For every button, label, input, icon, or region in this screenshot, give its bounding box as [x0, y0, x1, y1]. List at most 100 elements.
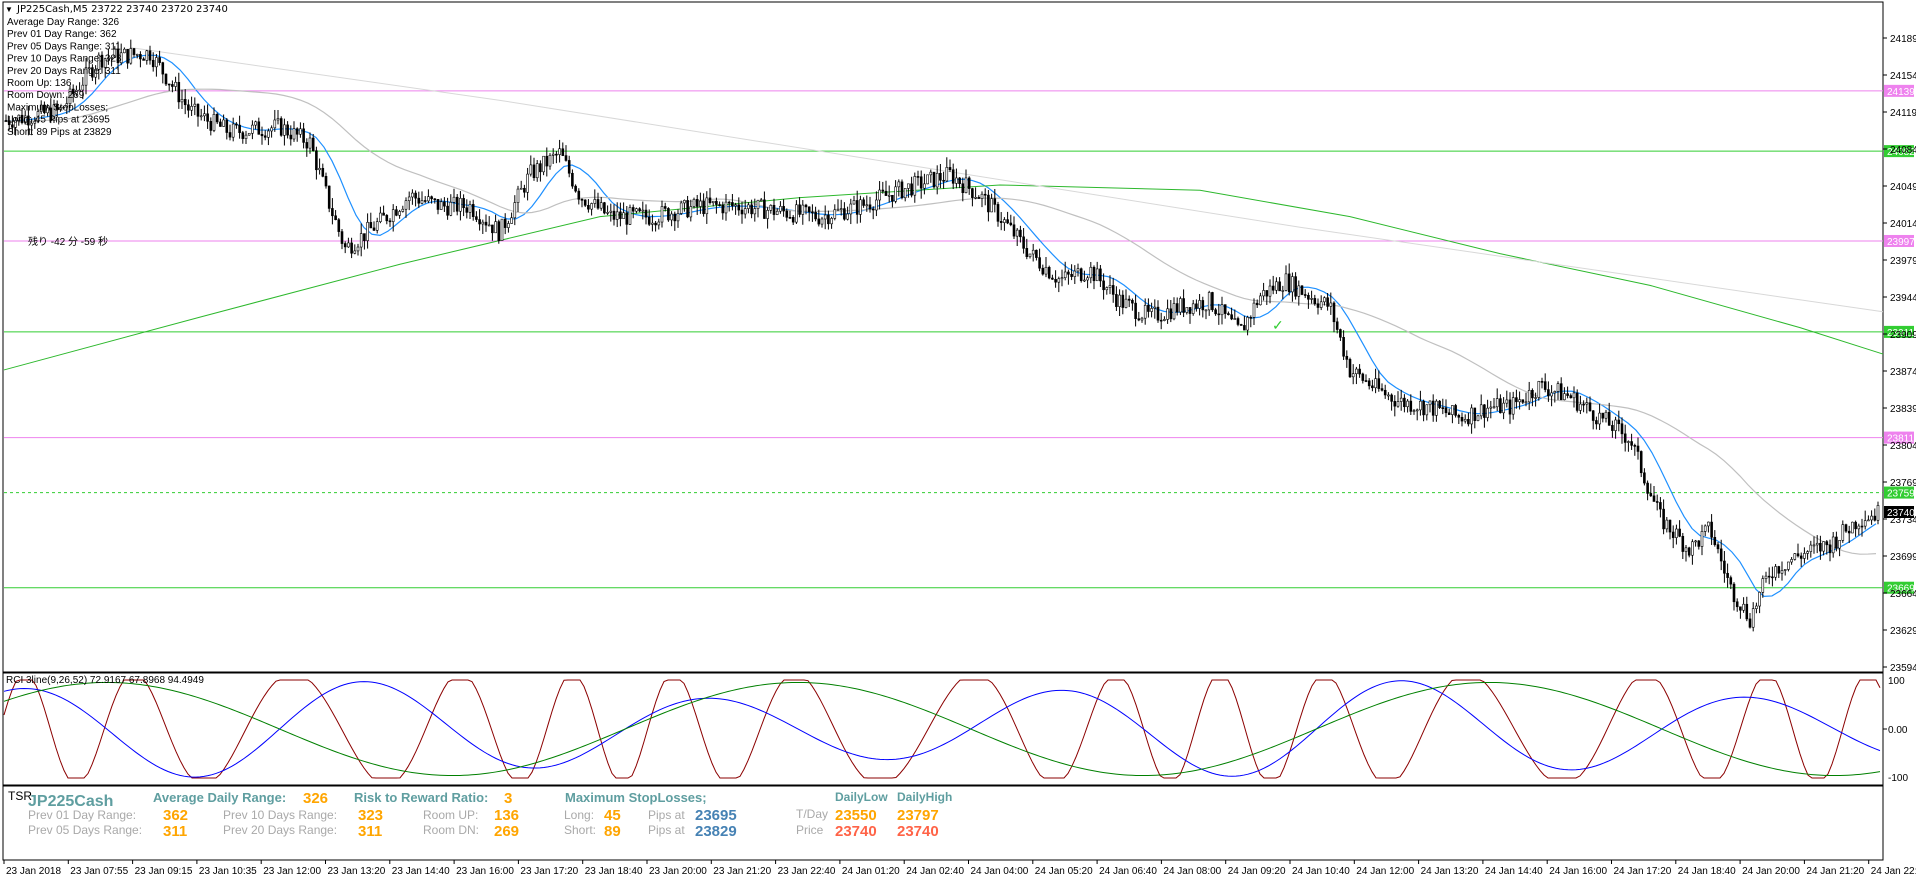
- time-label: 23 Jan 2018: [6, 866, 61, 877]
- time-label: 23 Jan 20:00: [649, 866, 707, 877]
- candle: [500, 218, 504, 241]
- info-line: Room Down: 269: [7, 90, 85, 101]
- level-label: 23997: [1887, 237, 1915, 248]
- roomdn-value: 269: [494, 823, 519, 840]
- candle: [679, 200, 683, 216]
- time-axis: 23 Jan 2018 23 Jan 07:55 23 Jan 09:15 23 Ja…: [3, 860, 1916, 877]
- time-label: 23 Jan 10:35: [199, 866, 257, 877]
- time-label: 23 Jan 22:40: [778, 866, 836, 877]
- price-tick-label: 23804: [1890, 441, 1916, 452]
- long-label: Long:: [564, 808, 594, 822]
- dropdown-icon[interactable]: ▼: [5, 5, 13, 14]
- chart-title: JP225Cash,M5 23722 23740 23720 23740: [16, 4, 228, 15]
- check-icon: ✓: [1272, 317, 1284, 333]
- daily-low-label: DailyLow: [835, 790, 888, 804]
- time-label: 24 Jan 12:00: [1356, 866, 1414, 877]
- candle: [1179, 296, 1182, 316]
- rci-scale-mid: 0.00: [1888, 725, 1908, 736]
- rr-label: Risk to Reward Ratio:: [354, 790, 488, 805]
- current-price-label: 23740: [1887, 508, 1915, 519]
- price-tick-label: 23699: [1890, 552, 1916, 563]
- time-label: 24 Jan 18:40: [1678, 866, 1736, 877]
- price-tick-label: 23874: [1890, 367, 1916, 378]
- short-pips-label: Pips at: [648, 823, 685, 837]
- time-label: 24 Jan 02:40: [906, 866, 964, 877]
- time-label: 24 Jan 13:20: [1421, 866, 1479, 877]
- short-value: 89: [604, 823, 621, 840]
- price-label: Price: [796, 823, 824, 837]
- candle: [1639, 450, 1643, 478]
- price-tick-label: 23909: [1890, 330, 1916, 341]
- candle: [926, 174, 929, 185]
- tday-low: 23550: [835, 807, 877, 824]
- info-line: Room Up: 136: [7, 78, 72, 89]
- candle: [1476, 414, 1480, 422]
- long-pips-value: 23695: [695, 807, 737, 824]
- candle: [667, 207, 670, 222]
- time-label: 24 Jan 21:20: [1806, 866, 1864, 877]
- rci-pane[interactable]: [2, 672, 1884, 786]
- candle: [900, 179, 904, 200]
- info-line: Prev 05 Days Range: 311: [7, 41, 121, 52]
- prev10-value: 323: [358, 807, 383, 824]
- candle: [1537, 380, 1541, 401]
- time-label: 23 Jan 14:40: [392, 866, 450, 877]
- info-line: Average Day Range: 326: [7, 17, 120, 28]
- prev10-label: Prev 10 Days Range:: [223, 808, 337, 822]
- roomdn-label: Room DN:: [423, 823, 479, 837]
- prev05-value: 311: [163, 823, 187, 840]
- prev01-value: 362: [163, 807, 188, 824]
- current-price-tag: 23740: [1884, 506, 1915, 519]
- price-tick-label: 24049: [1890, 182, 1916, 193]
- price-tick-label: 24189: [1890, 34, 1916, 45]
- time-label: 23 Jan 21:20: [713, 866, 771, 877]
- rci-scale-top: 100: [1888, 676, 1905, 687]
- price-axis: 24189 24154 24119 24084 24049 24014 23979 23944…: [1883, 34, 1916, 674]
- candle: [1851, 521, 1854, 534]
- price-pane[interactable]: [2, 1, 1884, 673]
- candle: [603, 201, 606, 215]
- long-pips-label: Pips at: [648, 808, 685, 822]
- tday-high: 23797: [897, 807, 939, 824]
- info-line: Prev 01 Day Range: 362: [7, 29, 117, 40]
- price-tick-label: 23979: [1890, 256, 1916, 267]
- time-label: 24 Jan 05:20: [1035, 866, 1093, 877]
- price-tick-label: 23769: [1890, 478, 1916, 489]
- candle: [247, 132, 251, 136]
- candle: [164, 73, 168, 86]
- level-label: 24139: [1887, 87, 1915, 98]
- adr-value: 326: [303, 790, 328, 807]
- time-label: 23 Jan 12:00: [263, 866, 321, 877]
- price-tick-label: 23664: [1890, 589, 1916, 600]
- prev05-label: Prev 05 Days Range:: [28, 823, 142, 837]
- price-low: 23740: [835, 823, 877, 840]
- countdown-text: 残り -42 分 -59 秒: [28, 235, 108, 248]
- prev20-label: Prev 20 Days Range:: [223, 823, 337, 837]
- info-line: Prev 10 Days Range: 323: [7, 54, 122, 65]
- candle: [1047, 265, 1051, 280]
- time-label: 24 Jan 22:40: [1871, 866, 1916, 877]
- candle: [1079, 267, 1083, 283]
- price-tick-label: 23944: [1890, 293, 1916, 304]
- time-label: 24 Jan 04:00: [971, 866, 1029, 877]
- tday-label: T/Day: [796, 807, 828, 821]
- daily-high-label: DailyHigh: [897, 790, 952, 804]
- level-label: 23759: [1887, 489, 1915, 500]
- msl-label: Maximum StopLosses;: [565, 790, 707, 805]
- candle: [628, 204, 632, 225]
- candle: [327, 185, 331, 213]
- candle: [497, 219, 501, 244]
- info-line: Long: 45 Pips at 23695: [7, 115, 110, 126]
- info-line: Short: 89 Pips at 23829: [7, 127, 112, 138]
- prev20-value: 311: [358, 823, 382, 840]
- time-label: 24 Jan 08:00: [1163, 866, 1221, 877]
- price-high: 23740: [897, 823, 939, 840]
- candle: [1211, 291, 1214, 312]
- short-label: Short:: [564, 823, 596, 837]
- candle: [279, 116, 283, 137]
- rr-value: 3: [504, 790, 512, 807]
- time-label: 23 Jan 17:20: [520, 866, 578, 877]
- price-tick-label: 24084: [1890, 145, 1916, 156]
- candle: [932, 171, 936, 189]
- candle: [1793, 553, 1797, 561]
